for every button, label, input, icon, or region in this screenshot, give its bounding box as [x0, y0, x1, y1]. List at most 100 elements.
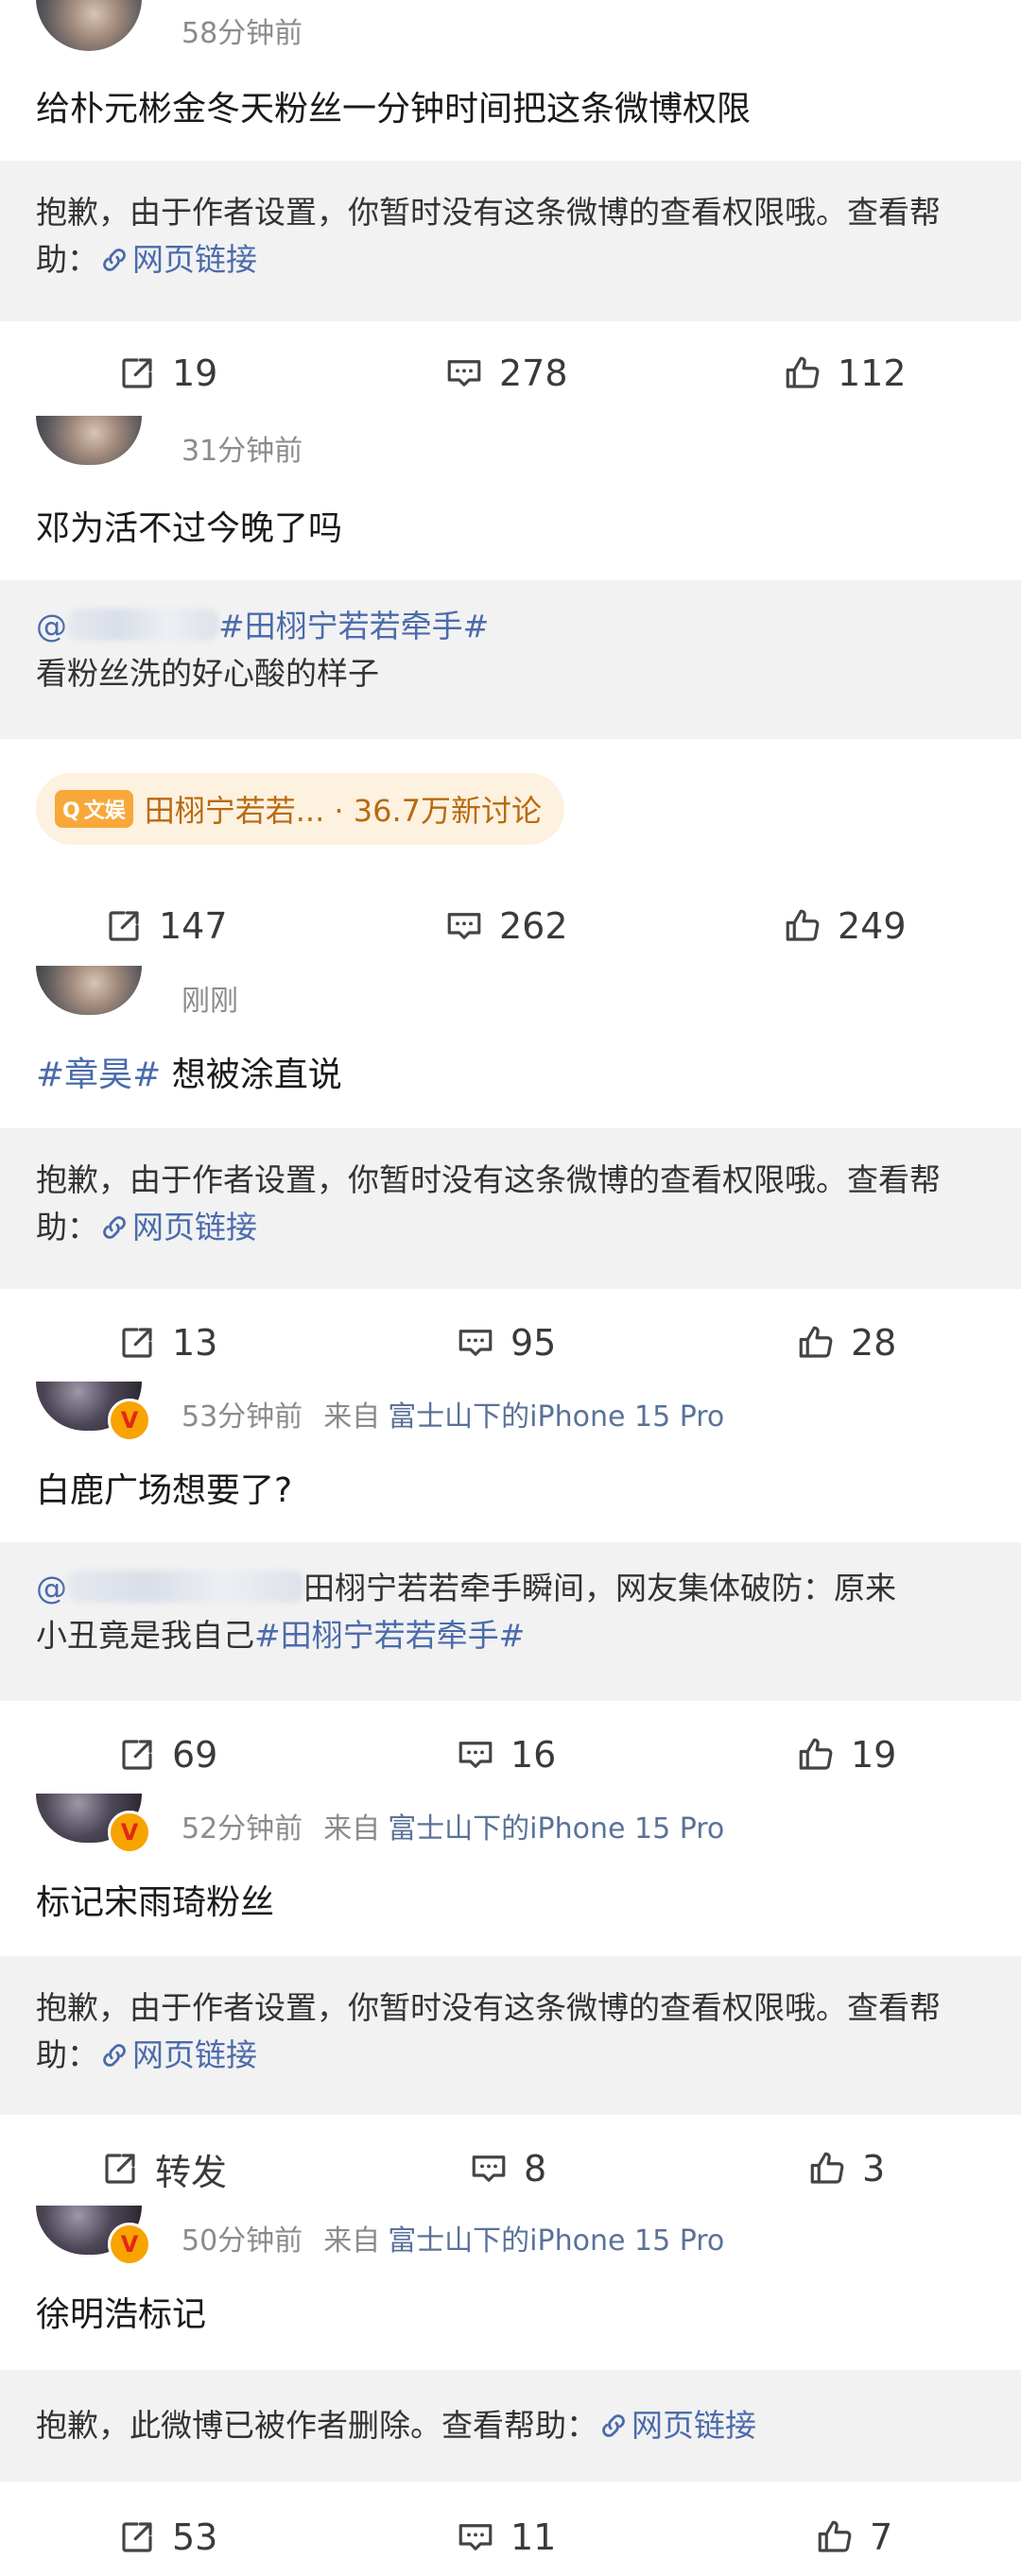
comment-button[interactable]: 278 — [444, 338, 568, 408]
like-button[interactable]: 28 — [796, 1308, 896, 1378]
post-text-body: 想被涂直说 — [161, 1056, 342, 1094]
link-icon — [103, 2044, 126, 2067]
web-link[interactable]: 网页链接 — [98, 241, 257, 278]
web-link[interactable]: 网页链接 — [98, 1209, 257, 1245]
topic-chip[interactable]: 文娱 田栩宁若若... · 36.7万新讨论 — [36, 773, 565, 845]
notice-text: 抱歉，由于作者设置，你暂时没有这条微博的查看权限哦。查看帮助： 网页链接 — [36, 189, 991, 283]
quote-line-2: 小丑竟是我自己 — [36, 1617, 254, 1654]
comment-icon — [459, 1330, 493, 1356]
topic-label: 田栩宁若若... · 36.7万新讨论 — [144, 793, 543, 829]
quote-hashtag[interactable]: #田栩宁若若牵手# — [254, 1617, 525, 1654]
thumbs-up-icon — [786, 356, 820, 388]
notice-box: 抱歉，由于作者设置，你暂时没有这条微博的查看权限哦。查看帮助： 网页链接 — [0, 161, 1021, 321]
blurred-username — [67, 609, 218, 641]
verified-badge-icon: V — [108, 2223, 151, 2266]
action-bar: 147 262 249 — [0, 891, 1021, 961]
thumbs-up-icon — [818, 2520, 852, 2552]
topic-badge: 文娱 — [55, 790, 133, 828]
comment-button[interactable]: 95 — [456, 1308, 556, 1378]
verified-badge-icon: V — [108, 1811, 151, 1854]
repost-button[interactable]: 13 — [117, 1308, 217, 1378]
quote-text: @ #田栩宁若若牵手# 看粉丝洗的好心酸的样子 — [36, 603, 991, 697]
notice-box: 抱歉，由于作者设置，你暂时没有这条微博的查看权限哦。查看帮助： 网页链接 — [0, 1956, 1021, 2115]
quote-line-1: 田栩宁若若牵手瞬间，网友集体破防：原来 — [303, 1570, 896, 1606]
repost-button[interactable]: 53 — [117, 2502, 217, 2572]
comment-icon — [459, 1742, 493, 1768]
action-bar: 13 95 28 — [0, 1308, 1021, 1378]
repost-count: 147 — [159, 905, 228, 947]
post-device[interactable]: 富士山下的iPhone 15 Pro — [388, 2224, 724, 2258]
like-count: 28 — [851, 1322, 897, 1364]
repost-quote-box[interactable]: @ #田栩宁若若牵手# 看粉丝洗的好心酸的样子 — [0, 580, 1021, 739]
link-icon — [602, 2414, 625, 2437]
repost-button[interactable]: 转发 — [100, 2134, 227, 2204]
post-header: V 52分钟前 来自 富士山下的iPhone 15 Pro — [0, 1794, 1021, 1862]
blurred-username — [67, 1571, 303, 1603]
action-bar: 转发 8 3 — [0, 2134, 1021, 2204]
comment-button[interactable]: 8 — [469, 2134, 546, 2204]
avatar[interactable] — [36, 966, 142, 1015]
comment-icon — [447, 913, 481, 939]
thumbs-up-icon — [810, 2152, 844, 2184]
repost-button[interactable]: 19 — [117, 338, 217, 408]
share-icon — [122, 1328, 152, 1358]
post-meta: 50分钟前 来自 富士山下的iPhone 15 Pro — [182, 2217, 724, 2258]
post-hashtag[interactable]: #章昊# — [36, 1056, 161, 1094]
notice-text: 抱歉，此微博已被作者删除。查看帮助： 网页链接 — [36, 2402, 991, 2449]
post-header: 31分钟前 — [0, 416, 1021, 484]
comment-button[interactable]: 262 — [444, 891, 568, 961]
post-time: 50分钟前 — [182, 2224, 303, 2258]
comment-count: 95 — [510, 1322, 557, 1364]
like-button[interactable]: 7 — [815, 2502, 892, 2572]
post-meta: 31分钟前 — [182, 427, 303, 469]
share-icon — [122, 2522, 152, 2552]
post-header: 58分钟前 — [0, 0, 1021, 68]
post-text: 白鹿广场想要了? — [36, 1471, 293, 1510]
like-button[interactable]: 249 — [783, 891, 907, 961]
like-button[interactable]: 3 — [807, 2134, 885, 2204]
thumbs-up-icon — [799, 1326, 833, 1358]
quote-hashtag[interactable]: #田栩宁若若牵手# — [218, 608, 489, 644]
post-device[interactable]: 富士山下的iPhone 15 Pro — [388, 1812, 724, 1846]
post-header: 刚刚 — [0, 966, 1021, 1034]
post-text: 给朴元彬金冬天粉丝一分钟时间把这条微博权限 — [36, 90, 752, 129]
share-icon — [122, 358, 152, 388]
comment-icon — [459, 2524, 493, 2550]
post-time: 52分钟前 — [182, 1812, 303, 1846]
mention-prefix: @ — [36, 1570, 67, 1606]
avatar[interactable]: V — [36, 2206, 151, 2266]
web-link[interactable]: 网页链接 — [98, 2036, 257, 2073]
notice-text: 抱歉，由于作者设置，你暂时没有这条微博的查看权限哦。查看帮助： 网页链接 — [36, 1984, 991, 2079]
comment-button[interactable]: 16 — [456, 1720, 556, 1790]
like-button[interactable]: 19 — [796, 1720, 896, 1790]
web-link[interactable]: 网页链接 — [597, 2407, 756, 2444]
thumbs-up-icon — [786, 909, 820, 941]
post-header: V 53分钟前 来自 富士山下的iPhone 15 Pro — [0, 1382, 1021, 1450]
avatar[interactable]: V — [36, 1382, 151, 1442]
repost-count: 19 — [172, 352, 218, 394]
repost-count: 13 — [172, 1322, 218, 1364]
comment-button[interactable]: 11 — [456, 2502, 556, 2572]
repost-button[interactable]: 147 — [104, 891, 228, 961]
quote-mention[interactable]: @ — [36, 608, 218, 644]
repost-button[interactable]: 69 — [117, 1720, 217, 1790]
comment-count: 8 — [524, 2148, 547, 2190]
action-bar: 69 16 19 — [0, 1720, 1021, 1790]
verified-badge-icon: V — [108, 1399, 151, 1442]
post-text: #章昊# 想被涂直说 — [36, 1047, 342, 1096]
avatar[interactable] — [36, 0, 142, 51]
avatar[interactable] — [36, 416, 142, 465]
post-device[interactable]: 富士山下的iPhone 15 Pro — [388, 1400, 724, 1434]
post-time: 58分钟前 — [182, 17, 303, 50]
repost-quote-box[interactable]: @ 田栩宁若若牵手瞬间，网友集体破防：原来 小丑竟是我自己#田栩宁若若牵手# — [0, 1542, 1021, 1701]
notice-box: 抱歉，由于作者设置，你暂时没有这条微博的查看权限哦。查看帮助： 网页链接 — [0, 1128, 1021, 1289]
avatar[interactable]: V — [36, 1794, 151, 1854]
action-bar: 19 278 112 — [0, 338, 1021, 408]
like-count: 19 — [851, 1734, 897, 1776]
comment-count: 262 — [499, 905, 568, 947]
quote-mention[interactable]: @ — [36, 1570, 303, 1606]
like-button[interactable]: 112 — [783, 338, 907, 408]
comment-count: 16 — [510, 1734, 557, 1776]
web-link-label: 网页链接 — [132, 1209, 257, 1245]
post-meta: 58分钟前 — [182, 9, 303, 51]
